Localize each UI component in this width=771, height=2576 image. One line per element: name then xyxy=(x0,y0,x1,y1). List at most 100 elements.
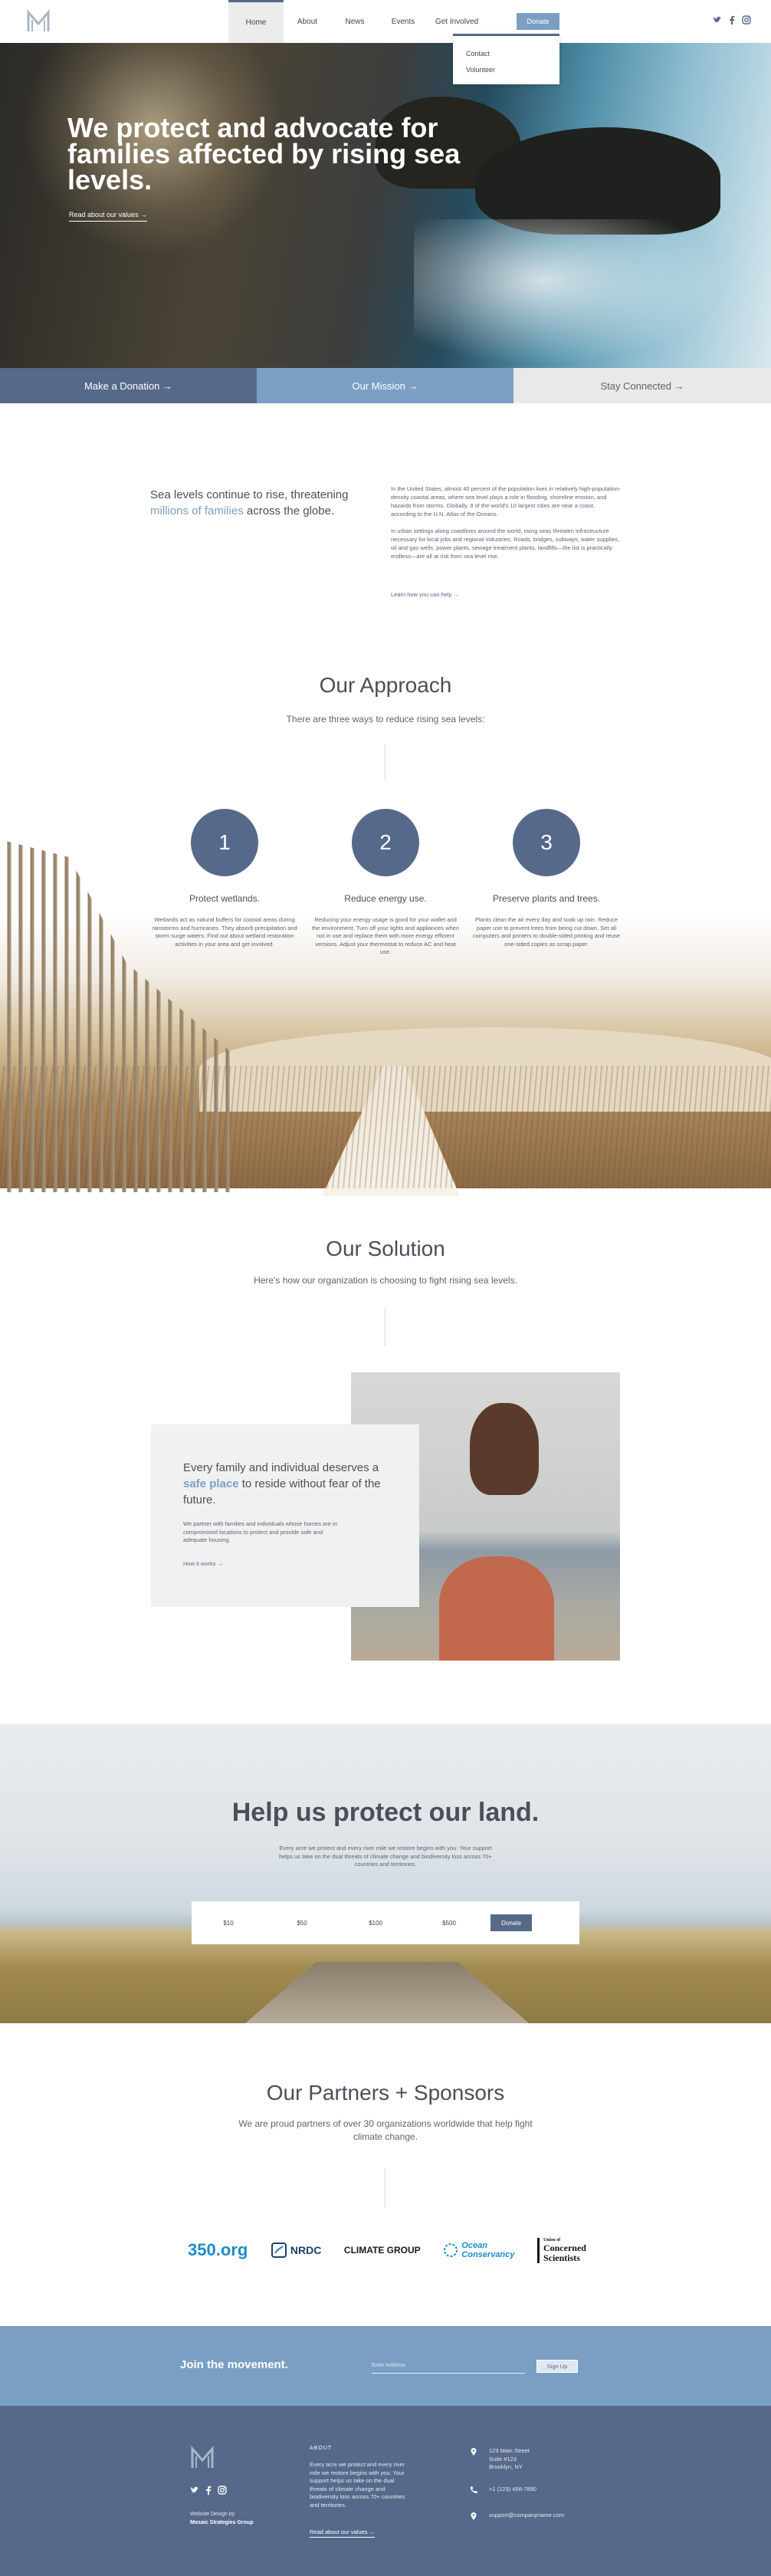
credit-company[interactable]: Mosaic Strategies Group xyxy=(190,2518,253,2527)
solution-card-title: Every family and individual deserves a s… xyxy=(183,1460,387,1508)
signup-button[interactable]: Sign Up xyxy=(536,2360,578,2373)
solution-card: Every family and individual deserves a s… xyxy=(151,1424,419,1607)
footer-about-text: Every acre we protect and every river mi… xyxy=(310,2461,405,2509)
partners-title: Our Partners + Sponsors xyxy=(266,2081,505,2104)
ocean-mark-icon xyxy=(444,2243,458,2257)
step-number: 3 xyxy=(513,809,580,876)
divider-line xyxy=(385,2168,386,2208)
amount-option[interactable]: $500 xyxy=(412,1920,486,1927)
nav-home[interactable]: Home xyxy=(228,0,284,43)
partner-350-logo[interactable]: 350.org xyxy=(188,2240,248,2260)
partner-ucs-logo[interactable]: Union of Concerned Scientists xyxy=(536,2237,586,2263)
amount-option[interactable]: $50 xyxy=(265,1920,339,1927)
hero-surf xyxy=(414,219,736,368)
instagram-icon[interactable] xyxy=(742,15,751,25)
donate-button[interactable]: Donate xyxy=(490,1914,532,1931)
footer-about-heading: ABOUT xyxy=(310,2446,333,2451)
dropdown-volunteer[interactable]: Volunteer xyxy=(453,61,559,77)
cta-donation[interactable]: Make a Donation → xyxy=(0,368,257,403)
partner-ocean-text: Ocean Conservancy xyxy=(461,2241,514,2259)
step-title: Protect wetlands. xyxy=(189,893,261,904)
donation-bar: $10 $50 $100 $500 Donate xyxy=(192,1901,579,1944)
intro-body: In the United States, almost 40 percent … xyxy=(391,485,621,569)
hero-image xyxy=(0,43,771,368)
approach-subtitle: There are three ways to reduce rising se… xyxy=(286,714,485,724)
intro-lead-text: Sea levels continue to rise, threatening xyxy=(150,488,349,501)
partners-subtitle: We are proud partners of over 30 organiz… xyxy=(238,2118,533,2142)
twitter-icon[interactable] xyxy=(713,15,722,25)
nav-donate-button[interactable]: Donate xyxy=(517,13,559,30)
facebook-icon[interactable] xyxy=(205,2486,212,2495)
phone-icon xyxy=(470,2486,477,2494)
approach-step: 1 Protect wetlands. Wetlands act as natu… xyxy=(140,809,309,948)
approach-step: 3 Preserve plants and trees. Plants clea… xyxy=(462,809,631,948)
email-text[interactable]: support@companyname.com xyxy=(489,2512,564,2521)
amount-option[interactable]: $10 xyxy=(192,1920,265,1927)
solution-card-accent: safe place xyxy=(183,1477,239,1490)
intro-paragraph: In the United States, almost 40 percent … xyxy=(391,485,621,518)
intro-lead-accent: millions of families xyxy=(150,504,244,518)
header-social xyxy=(713,15,751,25)
step-text: Plants clean the air every day and soak … xyxy=(472,916,621,948)
solution-title: Our Solution xyxy=(326,1237,445,1260)
credit-line: Website Design by xyxy=(190,2512,235,2517)
hero-values-link[interactable]: Read about our values → xyxy=(69,211,148,222)
nav-events[interactable]: Events xyxy=(379,0,428,43)
footer-logo-icon[interactable] xyxy=(190,2446,215,2470)
solution-card-text: Every family and individual deserves a xyxy=(183,1461,379,1474)
help-text: Every acre we protect and every river mi… xyxy=(279,1845,492,1868)
approach-step: 2 Reduce energy use. Reducing your energ… xyxy=(301,809,470,957)
partner-nrdc-logo[interactable]: NRDC xyxy=(271,2242,321,2259)
nrdc-mark-icon xyxy=(271,2242,287,2258)
how-it-works-link[interactable]: How it works → xyxy=(183,1560,387,1567)
cta-stay-connected[interactable]: Stay Connected → xyxy=(513,368,771,403)
footer-email: support@companyname.com xyxy=(469,2512,564,2521)
address-text: 123 Main Street Suite #123 Brooklyn, NY xyxy=(489,2447,530,2472)
step-text: Wetlands act as natural buffers for coas… xyxy=(152,916,297,948)
solution-subtitle: Here's how our organization is choosing … xyxy=(254,1275,517,1286)
newsletter-band: Join the movement. Enter Address Sign Up xyxy=(0,2326,771,2406)
intro-lead-text: across the globe. xyxy=(243,504,335,518)
footer-phone: +1 (123) 456-7890 xyxy=(469,2486,536,2495)
address-line: Suite #123 xyxy=(489,2455,517,2463)
nav-about[interactable]: About xyxy=(284,0,331,43)
address-line: Brooklyn, NY xyxy=(489,2463,523,2470)
step-text: Reducing your energy usage is good for y… xyxy=(311,916,460,955)
step-title: Preserve plants and trees. xyxy=(492,893,601,904)
step-number: 2 xyxy=(352,809,419,876)
address-line: 123 Main Street xyxy=(489,2447,530,2454)
partner-climate-group-logo[interactable]: CLIMATE GROUP xyxy=(344,2245,421,2256)
footer-values-link[interactable]: Read about our values → xyxy=(310,2528,376,2538)
facebook-icon[interactable] xyxy=(729,15,735,25)
step-title: Reduce energy use. xyxy=(344,893,427,904)
help-title: Help us protect our land. xyxy=(231,1798,540,1827)
location-pin-icon xyxy=(471,2448,477,2456)
partner-logos: 350.org NRDC CLIMATE GROUP Ocean Conserva… xyxy=(188,2231,586,2269)
partner-350-text: 350.org xyxy=(188,2240,248,2259)
amount-option[interactable]: $100 xyxy=(339,1920,412,1927)
ocean-line: Conservancy xyxy=(461,2250,515,2259)
logo-icon[interactable] xyxy=(26,9,51,34)
divider-line xyxy=(385,1308,386,1346)
nav-links: Home About News Events Get Involved xyxy=(228,0,486,43)
step-number: 1 xyxy=(191,809,258,876)
ucs-line: Scientists xyxy=(543,2252,580,2263)
partner-ucs-text: Union of Concerned Scientists xyxy=(536,2237,586,2263)
twitter-icon[interactable] xyxy=(190,2486,199,2495)
nav-news[interactable]: News xyxy=(331,0,379,43)
intro-lead: Sea levels continue to rise, threatening… xyxy=(150,487,357,519)
footer-social xyxy=(190,2486,227,2495)
intro-paragraph: In urban settings along coastlines aroun… xyxy=(391,527,620,560)
dropdown-contact[interactable]: Contact xyxy=(453,45,559,61)
instagram-icon[interactable] xyxy=(218,2486,227,2495)
partner-nrdc-text: NRDC xyxy=(290,2244,322,2256)
partner-ocean-conservancy-logo[interactable]: Ocean Conservancy xyxy=(443,2241,514,2259)
cta-mission[interactable]: Our Mission → xyxy=(257,368,513,403)
boardwalk xyxy=(245,1962,529,2023)
ocean-line: Ocean xyxy=(461,2241,487,2250)
photo-child xyxy=(470,1403,539,1495)
solution-card-body: We partner with families and individuals… xyxy=(183,1520,337,1543)
phone-text[interactable]: +1 (123) 456-7890 xyxy=(489,2486,536,2495)
email-input[interactable]: Enter Address xyxy=(372,2360,525,2374)
intro-help-link[interactable]: Learn how you can help → xyxy=(391,591,459,598)
